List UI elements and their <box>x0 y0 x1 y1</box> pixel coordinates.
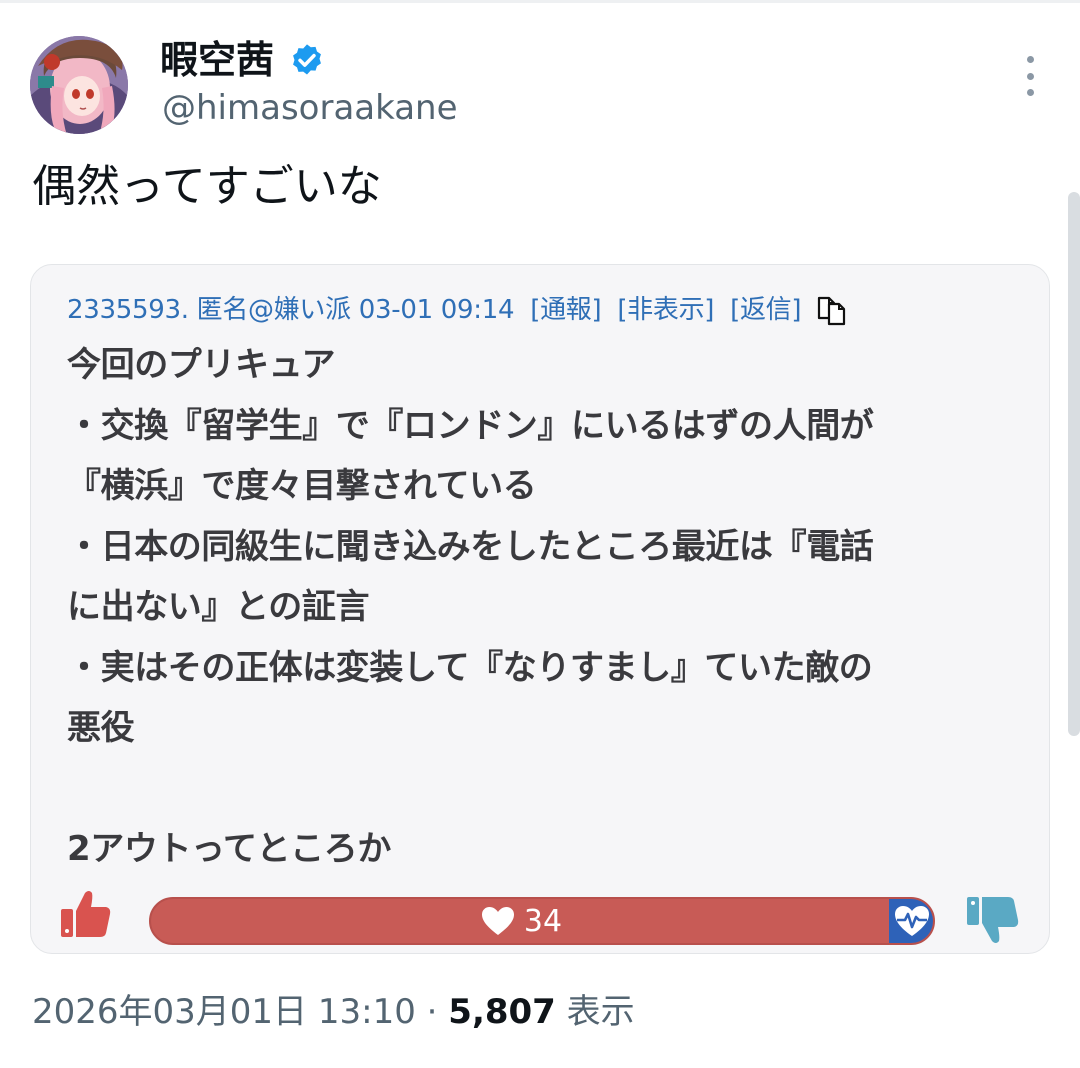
reply-link[interactable]: [返信] <box>730 293 801 327</box>
vote-count-value: 34 <box>523 903 563 939</box>
post-meta: 2335593. 匿名@嫌い派 03-01 09:14 <box>67 295 515 325</box>
post-line: ・交換『留学生』で『ロンドン』にいるはずの人間が <box>67 405 874 446</box>
post-line: 今回のプリキュア <box>67 345 336 385</box>
post-line: 『横浜』で度々目撃されている <box>67 466 537 506</box>
vote-count: 34 <box>151 899 891 943</box>
display-name[interactable]: 暇空茜 <box>160 38 274 82</box>
avatar-illustration <box>30 36 128 134</box>
tweet-text: 偶然ってすごいな <box>32 161 382 212</box>
view-count: 5,807 <box>448 992 556 1032</box>
post-line-blank <box>67 759 1027 820</box>
report-link[interactable]: [通報] <box>530 293 601 327</box>
top-divider <box>0 0 1080 3</box>
hide-link[interactable]: [非表示] <box>617 293 714 327</box>
verified-badge-icon <box>293 44 321 75</box>
vote-end-cap <box>889 899 933 943</box>
scrollbar[interactable] <box>1068 192 1080 736</box>
timestamp[interactable]: 2026年03月01日 13:10 <box>32 992 416 1032</box>
attached-image-card[interactable]: 2335593. 匿名@嫌い派 03-01 09:14 [通報] [非表示] [… <box>30 264 1050 954</box>
copy-icon[interactable] <box>815 294 849 326</box>
heart-icon <box>481 907 514 935</box>
vote-bar[interactable]: 34 <box>149 897 935 945</box>
view-label: 表示 <box>566 992 635 1032</box>
user-handle[interactable]: @himasoraakane <box>162 88 458 128</box>
post-line: 悪役 <box>67 708 135 748</box>
thumbs-up-icon[interactable] <box>59 887 113 941</box>
more-options-icon[interactable] <box>1016 56 1044 96</box>
post-line: ・実はその正体は変装して『なりすまし』ていた敵の <box>67 647 873 688</box>
heartbeat-icon <box>895 906 929 936</box>
post-body: 今回のプリキュア ・交換『留学生』で『ロンドン』にいるはずの人間が 『横浜』で度… <box>67 335 1027 880</box>
post-header: 2335593. 匿名@嫌い派 03-01 09:14 [通報] [非表示] [… <box>67 293 849 327</box>
post-line: に出ない』との証言 <box>67 587 370 627</box>
thumbs-down-icon[interactable] <box>965 893 1023 947</box>
tweet-meta: 2026年03月01日 13:10 · 5,807 表示 <box>32 990 635 1034</box>
meta-separator: · <box>426 992 438 1032</box>
avatar[interactable] <box>30 36 128 134</box>
tweet-page: 暇空茜 @himasoraakane 偶然ってすごいな 2335593. 匿名@… <box>0 0 1080 1068</box>
post-line: ・日本の同級生に聞き込みをしたところ最近は『電話 <box>67 526 874 567</box>
post-line: 2アウトってところか <box>67 829 391 869</box>
